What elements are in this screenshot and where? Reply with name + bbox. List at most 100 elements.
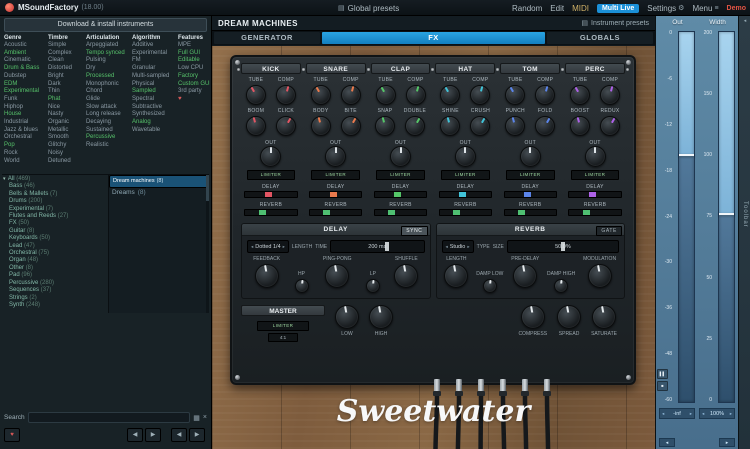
tag-item[interactable]: Detuned: [48, 158, 86, 166]
tag-item[interactable]: Monophonic: [86, 81, 132, 89]
delay-send-slider[interactable]: [244, 191, 297, 198]
tube-knob[interactable]: [440, 85, 460, 105]
tab-fx[interactable]: FX: [322, 32, 545, 44]
comp-knob[interactable]: [535, 85, 555, 105]
tree-item[interactable]: Sequences (37): [2, 287, 108, 294]
edit-button[interactable]: Edit: [550, 4, 564, 13]
tag-item[interactable]: Analog: [132, 119, 178, 127]
tree-item[interactable]: Strings (2): [2, 295, 108, 302]
collapse-toolbar-icon[interactable]: ◂: [739, 16, 750, 26]
tag-item[interactable]: Metallic: [48, 127, 86, 135]
tree-item[interactable]: Organ (48): [2, 257, 108, 264]
comp-knob[interactable]: [406, 85, 426, 105]
tag-item[interactable]: Acoustic: [4, 42, 48, 50]
tag-item[interactable]: FM: [132, 57, 178, 65]
delay-division-selector[interactable]: ◂ Dotted 1/4 ▸: [247, 240, 289, 253]
reverb-send-slider[interactable]: [504, 209, 557, 216]
width-value-box[interactable]: ◂ 100% ▸: [699, 408, 735, 419]
pingpong-knob[interactable]: [325, 264, 349, 288]
tag-item[interactable]: Physical: [132, 81, 178, 89]
out-slider[interactable]: [678, 31, 695, 403]
left-arrow-icon[interactable]: ◂: [446, 244, 448, 250]
reverb-send-slider[interactable]: [568, 209, 621, 216]
damp-low-knob[interactable]: [483, 279, 497, 293]
damp-high-knob[interactable]: [554, 279, 568, 293]
tag-item[interactable]: Complex: [48, 50, 86, 58]
delay-send-slider[interactable]: [309, 191, 362, 198]
compress-knob[interactable]: [521, 305, 545, 329]
prev-icon[interactable]: ◂: [659, 438, 675, 447]
out-knob[interactable]: [455, 146, 476, 167]
tag-item[interactable]: Full GUI: [178, 50, 210, 58]
comp-knob[interactable]: [600, 85, 620, 105]
out-knob[interactable]: [260, 146, 281, 167]
tag-item[interactable]: Spectral: [132, 96, 178, 104]
decrement-icon[interactable]: ◂: [702, 411, 704, 417]
tag-item[interactable]: Cinematic: [4, 57, 48, 65]
reverb-preset-selector[interactable]: ◂ Studio ▸: [442, 240, 474, 253]
character-knob-1[interactable]: [440, 116, 460, 136]
tag-item[interactable]: Ambient: [4, 50, 48, 58]
settings-button[interactable]: Settings ⚙: [647, 4, 684, 13]
instrument-presets-button[interactable]: ▤ Instrument presets: [581, 19, 649, 27]
tree-item[interactable]: Percussive (280): [2, 280, 108, 287]
tag-item[interactable]: Distorted: [48, 65, 86, 73]
tube-knob[interactable]: [376, 85, 396, 105]
tag-item[interactable]: Slow attack: [86, 104, 132, 112]
tag-item[interactable]: Wavetable: [132, 127, 178, 135]
master-limiter-badge[interactable]: LIMITER: [257, 321, 309, 331]
tube-knob[interactable]: [311, 85, 331, 105]
feedback-knob[interactable]: [255, 264, 279, 288]
reverb-send-slider[interactable]: [309, 209, 362, 216]
tag-item[interactable]: Funk: [4, 96, 48, 104]
tab-generator[interactable]: GENERATOR: [214, 32, 320, 44]
right-arrow-icon[interactable]: ▸: [467, 244, 469, 250]
character-knob-1[interactable]: [246, 116, 266, 136]
instrument-row[interactable]: Dreams (8): [109, 188, 209, 197]
tag-item[interactable]: World: [4, 158, 48, 166]
sync-button[interactable]: SYNC: [401, 226, 427, 236]
prev-page-button[interactable]: ◀: [171, 428, 187, 442]
tag-item[interactable]: Experimental: [4, 88, 48, 96]
out-knob[interactable]: [325, 146, 346, 167]
tag-item[interactable]: Pulsing: [86, 57, 132, 65]
multi-live-button[interactable]: Multi Live: [597, 4, 639, 13]
channel-header[interactable]: HAT: [435, 63, 495, 74]
channel-header[interactable]: SNARE: [306, 63, 366, 74]
next-icon[interactable]: ▸: [719, 438, 735, 447]
favorites-button[interactable]: ♥: [4, 428, 20, 442]
limiter-badge[interactable]: LIMITER: [506, 170, 555, 180]
tag-item[interactable]: Dark: [48, 81, 86, 89]
tag-item[interactable]: Sampled: [132, 88, 178, 96]
spread-knob[interactable]: [557, 305, 581, 329]
tag-item[interactable]: Bright: [48, 73, 86, 81]
tree-item[interactable]: Orchestral (75): [2, 250, 108, 257]
tree-item[interactable]: Flutes and Reeds (27): [2, 213, 108, 220]
character-knob-2[interactable]: [405, 116, 425, 136]
tag-item[interactable]: Hiphop: [4, 104, 48, 112]
tag-item[interactable]: Rock: [4, 150, 48, 158]
left-arrow-icon[interactable]: ◂: [251, 244, 253, 250]
tag-item[interactable]: Additive: [132, 42, 178, 50]
tag-item[interactable]: Orchestral: [4, 134, 48, 142]
tree-item[interactable]: Drums (200): [2, 198, 108, 205]
reverb-send-slider[interactable]: [439, 209, 492, 216]
reverb-send-slider[interactable]: [374, 209, 427, 216]
channel-header[interactable]: CLAP: [371, 63, 431, 74]
character-knob-2[interactable]: [600, 116, 620, 136]
delay-send-slider[interactable]: [568, 191, 621, 198]
tree-item[interactable]: FX (50): [2, 220, 108, 227]
tree-item[interactable]: Experimental (7): [2, 206, 108, 213]
character-knob-1[interactable]: [311, 116, 331, 136]
out-knob[interactable]: [585, 146, 606, 167]
tag-item[interactable]: Thin: [48, 88, 86, 96]
midi-button[interactable]: MIDI: [572, 4, 589, 13]
lp-knob[interactable]: [366, 279, 380, 293]
tag-item[interactable]: MPE: [178, 42, 210, 50]
tag-item[interactable]: Synthesized: [132, 111, 178, 119]
search-input[interactable]: [28, 412, 191, 423]
decrement-icon[interactable]: ◂: [662, 411, 664, 417]
tag-item[interactable]: Noisy: [48, 150, 86, 158]
tag-item[interactable]: Chord: [86, 88, 132, 96]
modulation-knob[interactable]: [588, 264, 612, 288]
